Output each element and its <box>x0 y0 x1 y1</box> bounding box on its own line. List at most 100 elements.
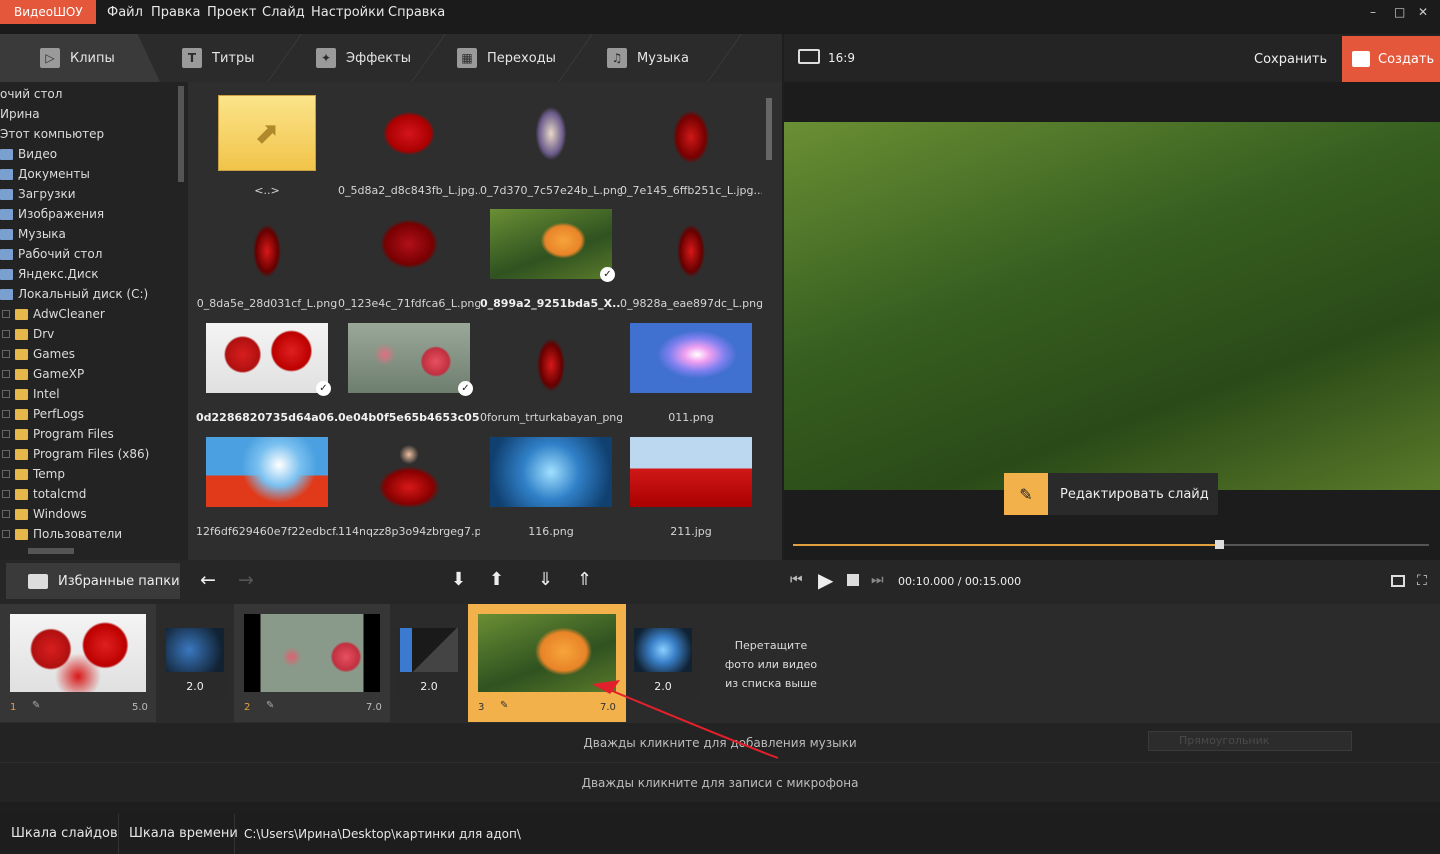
file-thumbnail[interactable]: ✓ 0e04b0f5e65b4653c05... <box>338 323 480 424</box>
create-button[interactable]: Создать <box>1342 36 1440 82</box>
forward-arrow-icon[interactable]: → <box>238 569 254 591</box>
file-thumbnail[interactable]: 0_9828a_eae897dc_L.png <box>620 209 762 310</box>
tree-item[interactable]: Games <box>2 344 75 364</box>
pencil-icon[interactable]: ✎ <box>500 700 508 711</box>
tree-item[interactable]: GameXP <box>2 364 84 384</box>
tree-item[interactable]: Документы <box>0 164 90 184</box>
mic-track[interactable]: Дважды кликните для записи с микрофона <box>0 762 1440 802</box>
tab-clips[interactable]: ▷ Клипы <box>0 34 160 82</box>
prev-frame-icon[interactable]: ⏮ <box>790 572 803 588</box>
aspect-ratio-selector[interactable]: 16:9 <box>828 51 855 65</box>
file-thumbnail[interactable]: 0_5d8a2_d8c843fb_L.jpg.... <box>338 95 480 197</box>
image-preview <box>630 95 752 165</box>
maximize-button[interactable]: □ <box>1394 5 1405 19</box>
tab-slide-scale[interactable]: Шкала слайдов <box>11 814 118 854</box>
tree-item[interactable]: Intel <box>2 384 60 404</box>
timeline-transition[interactable]: 2.0 <box>160 628 230 698</box>
tree-item[interactable]: AdwCleaner <box>2 304 105 324</box>
grid-scrollbar[interactable] <box>766 98 772 160</box>
tab-music[interactable]: ♫ Музыка <box>607 34 689 82</box>
file-thumbnail[interactable]: 211.jpg <box>620 437 762 538</box>
pencil-icon[interactable]: ✎ <box>32 700 40 711</box>
tree-item[interactable]: Видео <box>0 144 57 164</box>
expand-icon[interactable] <box>2 350 10 358</box>
close-button[interactable]: ✕ <box>1418 5 1428 19</box>
back-arrow-icon[interactable]: ← <box>200 569 216 591</box>
tree-item[interactable]: Локальный диск (C:) <box>0 284 148 304</box>
file-thumbnail[interactable]: 0_7d370_7c57e24b_L.png <box>480 95 622 197</box>
shape-field[interactable]: Прямоугольник <box>1148 731 1352 751</box>
tree-item[interactable]: Изображения <box>0 204 104 224</box>
menu-file[interactable]: Файл <box>107 5 143 20</box>
expand-icon[interactable] <box>2 530 10 538</box>
menu-slide[interactable]: Слайд <box>262 5 305 20</box>
expand-icon[interactable] <box>2 450 10 458</box>
save-button[interactable]: Сохранить <box>1254 52 1327 67</box>
menu-project[interactable]: Проект <box>207 5 256 20</box>
file-thumbnail[interactable]: 0_7e145_6ffb251c_L.jpg.... <box>620 95 762 197</box>
move-down-icon[interactable]: ⬇ <box>451 569 466 590</box>
move-all-down-icon[interactable]: ⇓ <box>538 569 553 590</box>
favorite-folders-button[interactable]: Избранные папки <box>6 563 180 599</box>
file-thumbnail[interactable]: 0_123e4c_71fdfca6_L.png <box>338 209 480 310</box>
expand-icon[interactable] <box>2 310 10 318</box>
tab-effects[interactable]: ✦ Эффекты <box>316 34 411 82</box>
move-all-up-icon[interactable]: ⇑ <box>577 569 592 590</box>
file-thumbnail[interactable]: 114nqzz8p3o94zbrgeg7.png <box>338 437 480 538</box>
tree-item[interactable]: Windows <box>2 504 87 524</box>
folder-icon <box>15 388 28 400</box>
expand-icon[interactable] <box>2 510 10 518</box>
file-thumbnail[interactable]: 0_8da5e_28d031cf_L.png <box>196 209 338 310</box>
tree-item[interactable]: Ирина <box>0 104 40 124</box>
expand-icon[interactable] <box>2 470 10 478</box>
tree-item[interactable]: очий стол <box>0 84 62 104</box>
tree-item[interactable]: Рабочий стол <box>0 244 102 264</box>
tab-timeline-scale[interactable]: Шкала времени <box>129 814 238 854</box>
tree-item[interactable]: Drv <box>2 324 54 344</box>
menu-help[interactable]: Справка <box>388 5 445 20</box>
playback-handle[interactable] <box>1215 540 1224 549</box>
expand-icon[interactable] <box>2 330 10 338</box>
snapshot-icon[interactable] <box>1391 575 1405 587</box>
fullscreen-icon[interactable]: ⛶ <box>1417 573 1427 589</box>
folder-icon <box>0 288 13 300</box>
menu-settings[interactable]: Настройки <box>311 5 384 20</box>
menu-edit[interactable]: Правка <box>151 5 200 20</box>
file-thumbnail[interactable]: ✓ 0d2286820735d64a06... <box>196 323 338 424</box>
tab-titles[interactable]: T Титры <box>182 34 254 82</box>
file-thumbnail[interactable]: 0forum_trturkabayan_png... <box>480 323 622 424</box>
tree-item[interactable]: Temp <box>2 464 65 484</box>
tree-item[interactable]: Этот компьютер <box>0 124 104 144</box>
image-preview <box>206 437 328 507</box>
tree-item[interactable]: Program Files <box>2 424 114 444</box>
pencil-icon[interactable]: ✎ <box>266 700 274 711</box>
tab-transitions[interactable]: ▦ Переходы <box>457 34 556 82</box>
file-thumbnail[interactable]: 116.png <box>480 437 622 538</box>
file-thumbnail[interactable]: ⬈ <..> <box>196 95 338 197</box>
expand-icon[interactable] <box>2 390 10 398</box>
tree-item[interactable]: Пользователи <box>2 524 122 544</box>
minimize-button[interactable]: – <box>1370 5 1376 19</box>
file-thumbnail[interactable]: 011.png <box>620 323 762 424</box>
expand-icon[interactable] <box>2 430 10 438</box>
expand-icon[interactable] <box>2 490 10 498</box>
tree-scrollbar[interactable] <box>178 86 184 182</box>
play-button-icon[interactable]: ▶ <box>818 568 833 592</box>
tree-item[interactable]: Музыка <box>0 224 66 244</box>
edit-slide-button[interactable]: ✎ Редактировать слайд <box>1004 473 1218 515</box>
tree-item[interactable]: totalcmd <box>2 484 86 504</box>
tree-item[interactable]: Program Files (x86) <box>2 444 149 464</box>
tree-item[interactable]: PerfLogs <box>2 404 84 424</box>
tree-hscrollbar[interactable] <box>28 548 74 554</box>
next-frame-icon[interactable]: ⏭ <box>871 572 884 588</box>
tree-item[interactable]: Яндекс.Диск <box>0 264 99 284</box>
file-thumbnail[interactable]: ✓ 0_899a2_9251bda5_X... <box>480 209 622 310</box>
move-up-icon[interactable]: ⬆ <box>489 569 504 590</box>
expand-icon[interactable] <box>2 410 10 418</box>
stop-icon[interactable] <box>847 574 859 586</box>
tree-item[interactable]: Загрузки <box>0 184 76 204</box>
file-thumbnail[interactable]: 12f6df629460e7f22edbcf... <box>196 437 338 538</box>
image-preview <box>490 323 612 393</box>
expand-icon[interactable] <box>2 370 10 378</box>
timeline-transition[interactable]: 2.0 <box>394 628 464 698</box>
